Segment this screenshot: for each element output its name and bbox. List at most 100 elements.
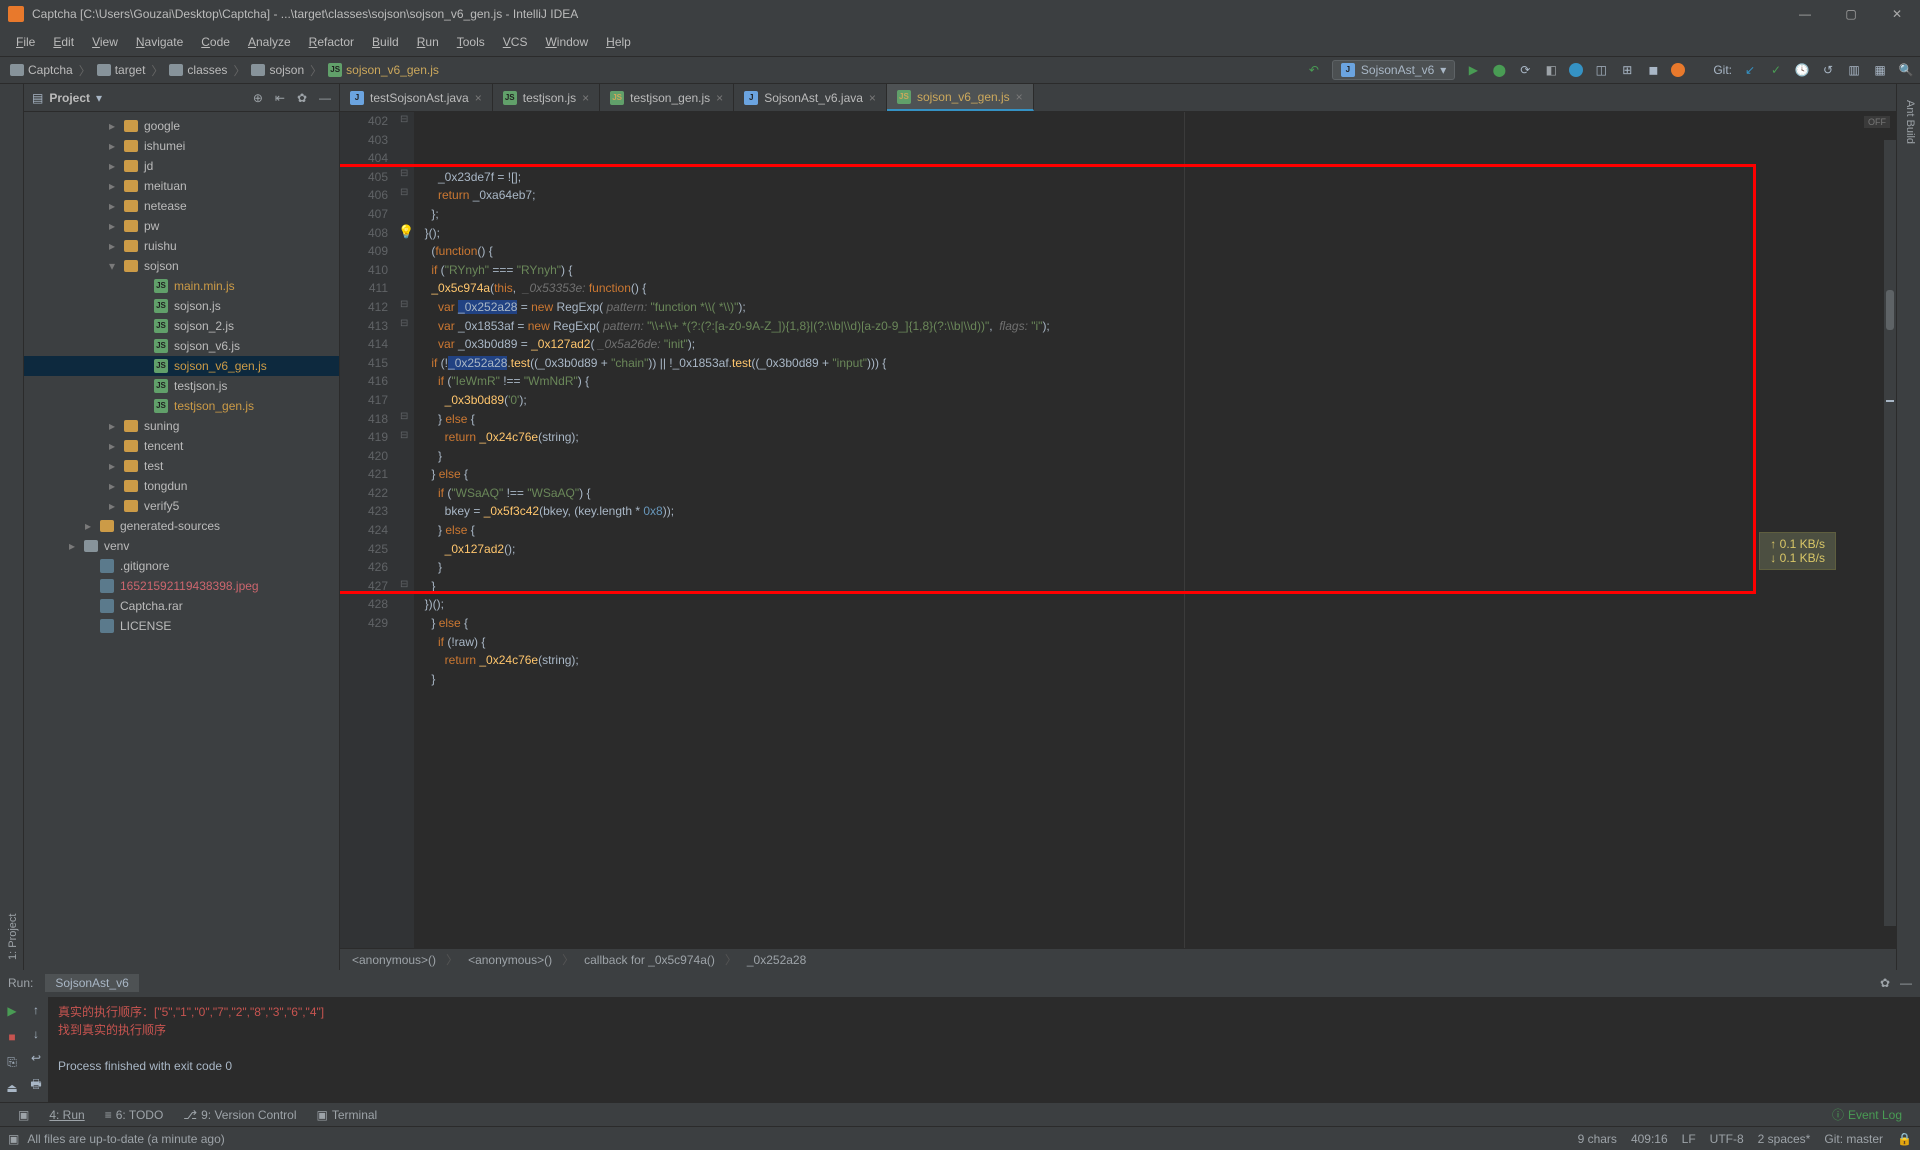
status-40916[interactable]: 409:16 <box>1631 1132 1668 1146</box>
tool-ant[interactable]: Ant Build <box>1900 90 1920 970</box>
tree-test[interactable]: ▸test <box>24 456 339 476</box>
stop-icon[interactable] <box>1569 63 1583 77</box>
editor-scrollbar[interactable] <box>1884 140 1896 926</box>
maximize-button[interactable]: ▢ <box>1828 0 1874 28</box>
menu-analyze[interactable]: Analyze <box>240 31 299 53</box>
bottom-terminal[interactable]: ▣ Terminal <box>307 1108 388 1122</box>
status-9chars[interactable]: 9 chars <box>1578 1132 1617 1146</box>
breadcrumb-target[interactable]: target <box>93 63 150 77</box>
tree-venv[interactable]: ▸venv <box>24 536 339 556</box>
inspections-off-badge[interactable]: OFF <box>1864 116 1890 128</box>
breadcrumb-Captcha[interactable]: Captcha <box>6 63 77 77</box>
help-icon[interactable] <box>1671 63 1685 77</box>
close-tab-icon[interactable]: × <box>582 91 589 105</box>
git-history-icon[interactable]: 🕓 <box>1794 62 1810 78</box>
run-config-tab[interactable]: SojsonAst_v6 <box>45 974 138 992</box>
menu-file[interactable]: File <box>8 31 43 53</box>
layout-icon[interactable]: ◫ <box>1593 62 1609 78</box>
menu-build[interactable]: Build <box>364 31 407 53</box>
line-gutter[interactable]: 4024034044054064074084094104114124134144… <box>340 112 398 948</box>
close-tab-icon[interactable]: × <box>869 91 876 105</box>
fold-icon[interactable]: ⊟ <box>400 579 408 590</box>
intention-bulb-icon[interactable]: 💡 <box>398 224 414 240</box>
rerun-icon[interactable]: ▶ <box>4 1003 20 1019</box>
tree-netease[interactable]: ▸netease <box>24 196 339 216</box>
debug-icon[interactable]: ⬤ <box>1491 62 1507 78</box>
status-LF[interactable]: LF <box>1682 1132 1696 1146</box>
tree-ruishu[interactable]: ▸ruishu <box>24 236 339 256</box>
profile-icon[interactable]: ◧ <box>1543 62 1559 78</box>
tree-generated-sources[interactable]: ▸generated-sources <box>24 516 339 536</box>
menu-run[interactable]: Run <box>409 31 447 53</box>
fold-icon[interactable]: ⊟ <box>400 318 408 329</box>
layout2-icon[interactable]: ⊞ <box>1619 62 1635 78</box>
tree-tencent[interactable]: ▸tencent <box>24 436 339 456</box>
fold-icon[interactable]: ⊟ <box>400 430 408 441</box>
search-icon[interactable]: 🔍 <box>1898 62 1914 78</box>
run-config-selector[interactable]: J SojsonAst_v6 ▾ <box>1332 60 1455 80</box>
tree-sojson[interactable]: ▾sojson <box>24 256 339 276</box>
menu-refactor[interactable]: Refactor <box>301 31 362 53</box>
tool-project[interactable]: 1: Project <box>3 104 23 970</box>
run-hide-icon[interactable]: — <box>1900 976 1912 990</box>
tab-testSojsonAst.java[interactable]: JtestSojsonAst.java× <box>340 84 493 111</box>
fold-icon[interactable]: ⊟ <box>400 299 408 310</box>
coverage-icon[interactable]: ⟳ <box>1517 62 1533 78</box>
fold-icon[interactable]: ⊟ <box>400 114 408 125</box>
tree-.gitignore[interactable]: .gitignore <box>24 556 339 576</box>
close-tab-icon[interactable]: × <box>1016 90 1023 104</box>
menu-help[interactable]: Help <box>598 31 639 53</box>
close-button[interactable]: ✕ <box>1874 0 1920 28</box>
nav-back-icon[interactable]: ↶ <box>1306 62 1322 78</box>
stop2-icon[interactable]: ◼ <box>1645 62 1661 78</box>
breadcrumb-sojson_v6_gen.js[interactable]: JSsojson_v6_gen.js <box>324 63 443 77</box>
project-expand-icon[interactable]: ▤ <box>32 91 43 105</box>
tree-16521592119438398.jpeg[interactable]: 16521592119438398.jpeg <box>24 576 339 596</box>
menu-window[interactable]: Window <box>537 31 596 53</box>
fold-icon[interactable]: ⊟ <box>400 168 408 179</box>
scrollbar-thumb[interactable] <box>1886 290 1894 330</box>
git-update-icon[interactable]: ↙ <box>1742 62 1758 78</box>
run-settings-icon[interactable]: ✿ <box>1880 976 1890 990</box>
fold-icon[interactable]: ⊟ <box>400 187 408 198</box>
dump-icon[interactable]: ⎘ <box>4 1055 20 1071</box>
code-crumb[interactable]: <anonymous>() <box>352 953 436 967</box>
wrap-icon[interactable]: ↩ <box>31 1051 41 1065</box>
stop-run-icon[interactable]: ■ <box>4 1029 20 1045</box>
event-log[interactable]: ⓘ Event Log <box>1822 1106 1912 1123</box>
tab-SojsonAst_v6.java[interactable]: JSojsonAst_v6.java× <box>734 84 887 111</box>
breadcrumb-classes[interactable]: classes <box>165 63 231 77</box>
menu-tools[interactable]: Tools <box>449 31 493 53</box>
tree-verify5[interactable]: ▸verify5 <box>24 496 339 516</box>
up-icon[interactable]: ↑ <box>33 1003 39 1017</box>
collapse-icon[interactable]: ⇤ <box>275 91 285 105</box>
settings-icon[interactable]: ✿ <box>297 91 307 105</box>
tree-tongdun[interactable]: ▸tongdun <box>24 476 339 496</box>
tree-sojson_v6_gen.js[interactable]: JSsojson_v6_gen.js <box>24 356 339 376</box>
status-Gitmaster[interactable]: Git: master <box>1824 1132 1883 1146</box>
hide-icon[interactable]: — <box>319 91 331 105</box>
tab-testjson.js[interactable]: JStestjson.js× <box>493 84 600 111</box>
tree-suning[interactable]: ▸suning <box>24 416 339 436</box>
menu-navigate[interactable]: Navigate <box>128 31 191 53</box>
git-commit-icon[interactable]: ✓ <box>1768 62 1784 78</box>
tree-ishumei[interactable]: ▸ishumei <box>24 136 339 156</box>
locate-icon[interactable]: ⊕ <box>253 91 263 105</box>
run-icon[interactable]: ▶ <box>1465 62 1481 78</box>
menu-vcs[interactable]: VCS <box>495 31 536 53</box>
print-icon[interactable]: 🖶 <box>30 1075 41 1096</box>
menu-code[interactable]: Code <box>193 31 238 53</box>
code-crumb[interactable]: <anonymous>() <box>468 953 552 967</box>
close-tab-icon[interactable]: × <box>716 91 723 105</box>
toolbox1-icon[interactable]: ▥ <box>1846 62 1862 78</box>
git-revert-icon[interactable]: ↺ <box>1820 62 1836 78</box>
tree-testjson.js[interactable]: JStestjson.js <box>24 376 339 396</box>
tree-main.min.js[interactable]: JSmain.min.js <box>24 276 339 296</box>
bottom-todo[interactable]: ≡ 6: TODO <box>95 1108 174 1122</box>
tool-structure[interactable]: 7: Structure <box>0 404 3 970</box>
windows-icon[interactable]: ▣ <box>8 1132 19 1146</box>
bottom-run[interactable]: 4: Run <box>39 1108 94 1122</box>
close-tab-icon[interactable]: × <box>475 91 482 105</box>
exit-icon[interactable]: ⏏ <box>4 1080 20 1096</box>
menu-view[interactable]: View <box>84 31 126 53</box>
